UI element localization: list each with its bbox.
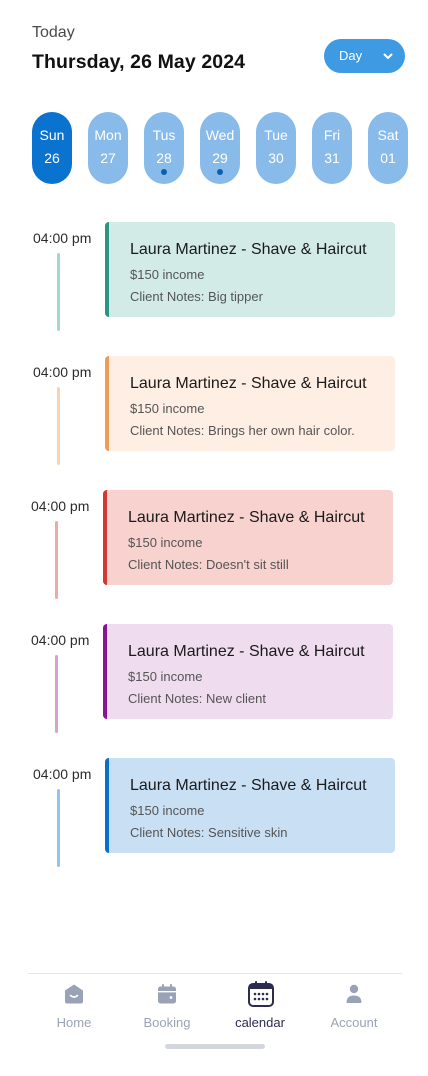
- chevron-down-icon: [383, 53, 393, 59]
- appointment-title: Laura Martinez - Shave & Haircut: [130, 777, 367, 794]
- timeline-line: [57, 253, 60, 331]
- appointment-notes: Client Notes: Brings her own hair color.: [130, 423, 355, 438]
- appointment-title: Laura Martinez - Shave & Haircut: [128, 509, 365, 526]
- event-time: 04:00 pm: [33, 230, 92, 246]
- appointment-notes: Client Notes: New client: [128, 691, 266, 706]
- day-name: Sun: [39, 127, 65, 143]
- appointment-title: Laura Martinez - Shave & Haircut: [130, 241, 367, 258]
- account-icon: [346, 984, 362, 1003]
- appointment-title: Laura Martinez - Shave & Haircut: [130, 375, 367, 392]
- event-time: 04:00 pm: [33, 364, 92, 380]
- appointment-income: $150 income: [128, 535, 203, 550]
- day-pill[interactable]: Sun 26: [32, 112, 72, 184]
- appointment-income: $150 income: [130, 401, 205, 416]
- event-row: 04:00 pm Laura Martinez - Shave & Haircu…: [0, 490, 428, 608]
- event-row: 04:00 pm Laura Martinez - Shave & Haircu…: [0, 356, 428, 474]
- week-day-strip: Sun 26 Mon 27 Tus 28 Wed 29 Tue 30 Fri 3…: [32, 112, 428, 184]
- day-pill[interactable]: Tus 28: [144, 112, 184, 184]
- day-pill[interactable]: Wed 29: [200, 112, 240, 184]
- event-time: 04:00 pm: [31, 632, 90, 648]
- booking-icon: [158, 984, 176, 1004]
- day-number: 31: [324, 150, 340, 166]
- event-time: 04:00 pm: [33, 766, 92, 782]
- page-title-date: Thursday, 26 May 2024: [32, 51, 246, 73]
- card-accent-bar: [105, 758, 109, 853]
- bottom-nav: Home Booking calendar Account: [28, 973, 402, 1076]
- card-accent-bar: [103, 624, 107, 719]
- appointment-income: $150 income: [128, 669, 203, 684]
- event-dot: [217, 169, 223, 175]
- day-number: 28: [156, 150, 172, 166]
- day-name: Tue: [264, 127, 288, 143]
- appointment-card[interactable]: Laura Martinez - Shave & Haircut $150 in…: [103, 624, 393, 719]
- today-label: Today: [32, 24, 75, 41]
- day-number: 27: [100, 150, 116, 166]
- day-number: 30: [268, 150, 284, 166]
- day-number: 29: [212, 150, 228, 166]
- calendar-icon: [248, 981, 274, 1007]
- timeline-line: [55, 521, 58, 599]
- card-accent-bar: [105, 356, 109, 451]
- appointment-card[interactable]: Laura Martinez - Shave & Haircut $150 in…: [105, 758, 395, 853]
- nav-label: Account: [330, 1015, 378, 1030]
- day-number: 01: [380, 150, 396, 166]
- appointment-card[interactable]: Laura Martinez - Shave & Haircut $150 in…: [103, 490, 393, 585]
- nav-label: Home: [56, 1015, 92, 1030]
- appointment-notes: Client Notes: Doesn't sit still: [128, 557, 289, 572]
- day-name: Fri: [323, 127, 341, 143]
- nav-item-account[interactable]: Account: [308, 974, 400, 1034]
- view-mode-select[interactable]: Day: [324, 39, 405, 73]
- event-dot: [161, 169, 167, 175]
- appointment-card[interactable]: Laura Martinez - Shave & Haircut $150 in…: [105, 356, 395, 451]
- appointment-income: $150 income: [130, 267, 205, 282]
- day-pill[interactable]: Tue 30: [256, 112, 296, 184]
- nav-item-calendar[interactable]: calendar: [214, 974, 306, 1034]
- day-name: Sat: [377, 127, 399, 143]
- nav-item-booking[interactable]: Booking: [121, 974, 213, 1034]
- day-pill[interactable]: Fri 31: [312, 112, 352, 184]
- day-pill[interactable]: Mon 27: [88, 112, 128, 184]
- timeline-line: [55, 655, 58, 733]
- event-row: 04:00 pm Laura Martinez - Shave & Haircu…: [0, 222, 428, 340]
- appointment-notes: Client Notes: Big tipper: [130, 289, 263, 304]
- appointment-income: $150 income: [130, 803, 205, 818]
- day-name: Mon: [94, 127, 122, 143]
- event-row: 04:00 pm Laura Martinez - Shave & Haircu…: [0, 758, 428, 876]
- card-accent-bar: [105, 222, 109, 317]
- header: Today Thursday, 26 May 2024 Day: [32, 24, 405, 76]
- nav-label: calendar: [235, 1015, 285, 1030]
- appointment-card[interactable]: Laura Martinez - Shave & Haircut $150 in…: [105, 222, 395, 317]
- card-accent-bar: [103, 490, 107, 585]
- day-pill[interactable]: Sat 01: [368, 112, 408, 184]
- event-time: 04:00 pm: [31, 498, 90, 514]
- nav-item-home[interactable]: Home: [28, 974, 120, 1034]
- event-row: 04:00 pm Laura Martinez - Shave & Haircu…: [0, 624, 428, 742]
- timeline-line: [57, 789, 60, 867]
- nav-label: Booking: [143, 1015, 191, 1030]
- view-mode-value: Day: [339, 48, 363, 63]
- day-name: Tus: [152, 127, 176, 143]
- appointment-title: Laura Martinez - Shave & Haircut: [128, 643, 365, 660]
- home-icon: [65, 984, 83, 1004]
- appointment-notes: Client Notes: Sensitive skin: [130, 825, 288, 840]
- timeline-line: [57, 387, 60, 465]
- home-indicator[interactable]: [165, 1044, 265, 1049]
- day-number: 26: [44, 150, 60, 166]
- day-name: Wed: [205, 127, 235, 143]
